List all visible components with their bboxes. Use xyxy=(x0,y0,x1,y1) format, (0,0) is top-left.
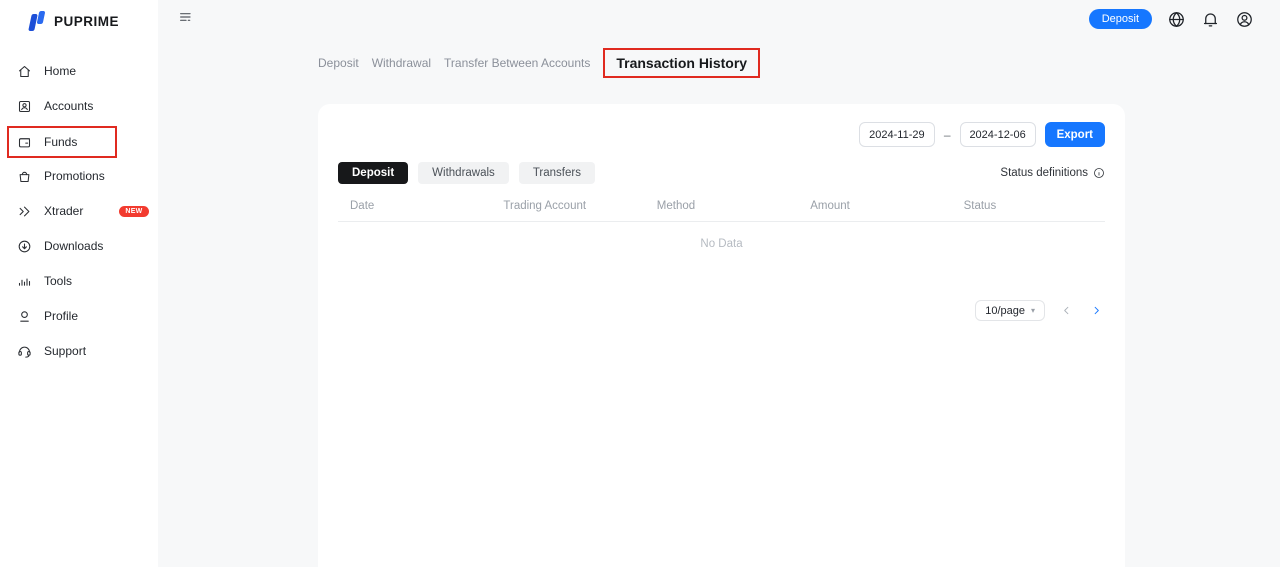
sidebar-item-label: Tools xyxy=(44,274,72,288)
transaction-history-panel: – Export Deposit Withdrawals Transfers S… xyxy=(318,104,1125,567)
date-range-separator: – xyxy=(944,128,951,142)
pagination: 10/page ▾ xyxy=(338,300,1105,321)
page-size-value: 10/page xyxy=(985,305,1025,317)
status-definitions-label: Status definitions xyxy=(1000,167,1088,179)
accounts-icon xyxy=(17,99,32,114)
sidebar-item-label: Home xyxy=(44,64,76,78)
sidebar-nav: Home Accounts Funds Promotions Xtrader N… xyxy=(0,58,158,364)
sidebar-item-xtrader[interactable]: Xtrader NEW xyxy=(0,198,158,224)
table-header-row: Date Trading Account Method Amount Statu… xyxy=(338,200,1105,222)
export-button[interactable]: Export xyxy=(1045,122,1105,147)
funds-icon xyxy=(17,135,32,150)
transaction-type-filters: Deposit Withdrawals Transfers xyxy=(338,162,595,184)
tab-deposit[interactable]: Deposit xyxy=(318,50,359,76)
sidebar-item-label: Profile xyxy=(44,309,78,323)
xtrader-icon xyxy=(17,204,32,219)
column-header-amount: Amount xyxy=(798,200,951,212)
next-page-button[interactable] xyxy=(1087,302,1105,320)
brand-logo[interactable]: PUPRIME xyxy=(0,0,158,34)
chevron-left-icon xyxy=(1061,305,1072,316)
sidebar-item-label: Funds xyxy=(44,135,77,149)
menu-fold-icon[interactable] xyxy=(178,9,194,30)
deposit-button[interactable]: Deposit xyxy=(1089,9,1152,29)
globe-icon[interactable] xyxy=(1167,10,1186,29)
date-to-input[interactable] xyxy=(960,122,1036,147)
tab-withdrawal[interactable]: Withdrawal xyxy=(372,50,431,76)
sidebar: PUPRIME Home Accounts Funds Promotions xyxy=(0,0,158,567)
new-badge: NEW xyxy=(119,206,148,217)
date-range-row: – Export xyxy=(338,122,1105,147)
account-icon[interactable] xyxy=(1235,10,1254,29)
sidebar-item-downloads[interactable]: Downloads xyxy=(0,233,158,259)
column-header-date: Date xyxy=(338,200,491,212)
support-icon xyxy=(17,344,32,359)
chevron-right-icon xyxy=(1091,305,1102,316)
sidebar-item-tools[interactable]: Tools xyxy=(0,268,158,294)
sidebar-item-home[interactable]: Home xyxy=(0,58,158,84)
profile-icon xyxy=(17,309,32,324)
puprime-logo-icon xyxy=(30,11,47,31)
promotions-icon xyxy=(17,169,32,184)
brand-name: PUPRIME xyxy=(54,14,119,29)
column-header-status: Status xyxy=(952,200,1105,212)
transactions-table: Date Trading Account Method Amount Statu… xyxy=(338,200,1105,266)
filter-deposit[interactable]: Deposit xyxy=(338,162,408,184)
page-size-select[interactable]: 10/page ▾ xyxy=(975,300,1045,321)
previous-page-button[interactable] xyxy=(1057,302,1075,320)
status-definitions-link[interactable]: Status definitions xyxy=(1000,167,1105,179)
funds-tabs: Deposit Withdrawal Transfer Between Acco… xyxy=(318,48,760,78)
topbar: Deposit xyxy=(158,0,1280,32)
sidebar-item-label: Xtrader xyxy=(44,204,83,218)
downloads-icon xyxy=(17,239,32,254)
empty-state-text: No Data xyxy=(338,222,1105,266)
tools-icon xyxy=(17,274,32,289)
tab-transaction-history[interactable]: Transaction History xyxy=(603,48,760,78)
date-from-input[interactable] xyxy=(859,122,935,147)
sidebar-item-profile[interactable]: Profile xyxy=(0,303,158,329)
sidebar-item-accounts[interactable]: Accounts xyxy=(0,93,158,119)
filter-transfers[interactable]: Transfers xyxy=(519,162,595,184)
sidebar-item-label: Downloads xyxy=(44,239,103,253)
filter-withdrawals[interactable]: Withdrawals xyxy=(418,162,509,184)
bell-icon[interactable] xyxy=(1201,10,1220,29)
sidebar-item-support[interactable]: Support xyxy=(0,338,158,364)
sidebar-item-label: Promotions xyxy=(44,169,105,183)
info-icon xyxy=(1093,167,1105,179)
sidebar-item-funds[interactable]: Funds xyxy=(7,126,117,158)
column-header-trading-account: Trading Account xyxy=(491,200,644,212)
sidebar-item-promotions[interactable]: Promotions xyxy=(0,163,158,189)
sidebar-item-label: Support xyxy=(44,344,86,358)
filter-row: Deposit Withdrawals Transfers Status def… xyxy=(338,162,1105,184)
home-icon xyxy=(17,64,32,79)
tab-transfer-between-accounts[interactable]: Transfer Between Accounts xyxy=(444,50,590,76)
chevron-down-icon: ▾ xyxy=(1031,306,1035,315)
topbar-actions: Deposit xyxy=(1089,9,1254,29)
column-header-method: Method xyxy=(645,200,798,212)
sidebar-item-label: Accounts xyxy=(44,99,93,113)
app-root: PUPRIME Home Accounts Funds Promotions xyxy=(0,0,1280,567)
